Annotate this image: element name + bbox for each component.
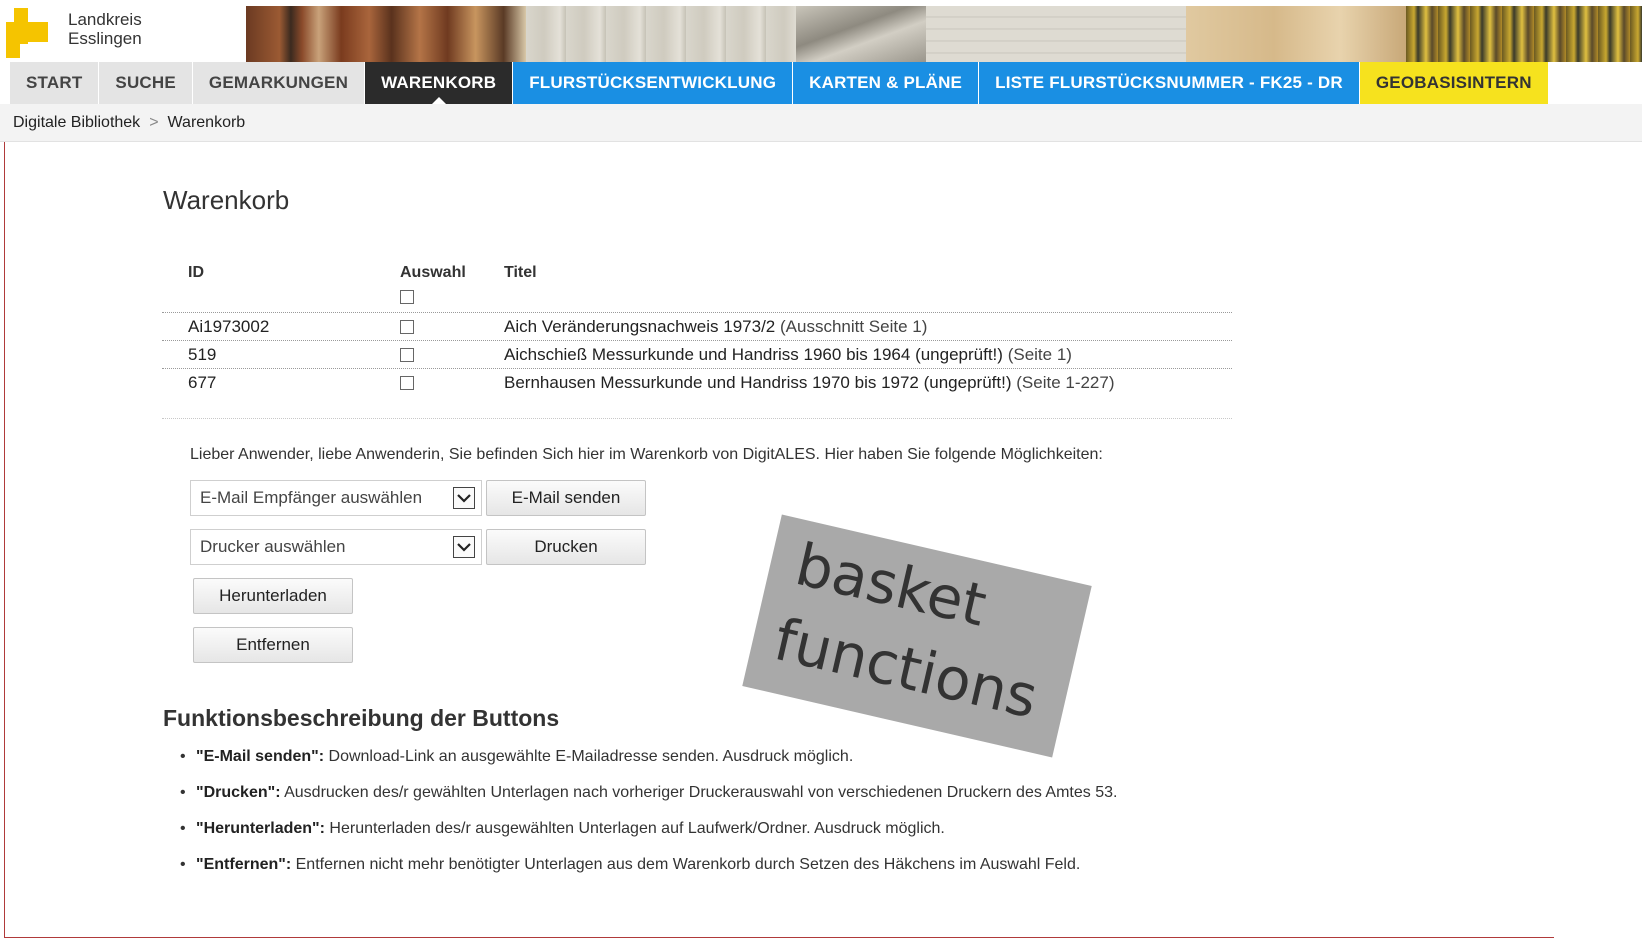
annotation-note: basket functions [742,514,1092,758]
description-text: Herunterladen des/r ausgewählten Unterla… [324,820,945,837]
description-term: "E-Mail senden": [196,748,325,765]
page-title: Warenkorb [163,185,290,215]
breadcrumb-warenkorb: Warenkorb [167,114,246,131]
annotation-line2: functions [768,605,1044,732]
cart-divider [162,418,1232,419]
nav-karten-plaene[interactable]: KARTEN & PLÄNE [793,62,980,104]
row-id: 677 [188,373,217,392]
remove-button[interactable]: Entfernen [193,627,353,663]
description-term: "Herunterladen": [196,820,325,837]
print-button[interactable]: Drucken [486,529,646,565]
chevron-down-icon[interactable] [453,536,475,558]
header-banner-image [246,6,1642,62]
table-row: 519 Aichschieß Messurkunde und Handriss … [162,341,1232,369]
download-button[interactable]: Herunterladen [193,578,353,614]
email-recipient-select[interactable]: E-Mail Empfänger auswählen [190,480,482,516]
nav-liste-flurstuecksnummer[interactable]: LISTE FLURSTÜCKSNUMMER - FK25 - DR [979,62,1360,104]
email-recipient-value: E-Mail Empfänger auswählen [200,488,423,507]
row-pages: (Seite 1) [1007,345,1072,364]
bullet-icon: • [180,784,186,801]
list-item: • "Herunterladen": Herunterladen des/r au… [180,820,1117,856]
nav-start[interactable]: START [10,62,100,104]
table-row: 677 Bernhausen Messurkunde und Handriss … [162,369,1232,396]
list-item: • "E-Mail senden": Download-Link an ausge… [180,748,1117,784]
logo-line2: Esslingen [68,29,142,48]
row-title: Bernhausen Messurkunde und Handriss 1970… [504,373,1012,392]
select-all-checkbox[interactable] [400,290,414,304]
email-send-button[interactable]: E-Mail senden [486,480,646,516]
breadcrumb-separator: > [149,114,159,131]
breadcrumb-bar: Digitale Bibliothek > Warenkorb [0,104,1642,142]
button-description-title: Funktionsbeschreibung der Buttons [163,705,560,731]
chevron-down-icon[interactable] [453,487,475,509]
description-text: Download-Link an ausgewählte E-Mailadres… [324,748,854,765]
row-checkbox[interactable] [400,376,414,390]
table-row: Ai1973002 Aich Veränderungsnachweis 1973… [162,313,1232,341]
row-checkbox[interactable] [400,348,414,362]
cart-table: ID Auswahl Titel Ai1973002 Aich Veränder… [162,258,1232,396]
main-nav: START SUCHE GEMARKUNGEN WARENKORB FLURST… [10,62,1549,104]
site-header: Landkreis Esslingen [0,0,1642,62]
landkreis-logo-icon[interactable] [6,8,50,58]
nav-suche[interactable]: SUCHE [99,62,193,104]
list-item: • "Entfernen": Entfernen nicht mehr benöt… [180,856,1117,892]
nav-gemarkungen[interactable]: GEMARKUNGEN [192,62,366,104]
printer-select[interactable]: Drucker auswählen [190,529,482,565]
column-header-auswahl: Auswahl [400,264,466,281]
row-title: Aichschieß Messurkunde und Handriss 1960… [504,345,1003,364]
row-title-cell: Aich Veränderungsnachweis 1973/2 (Aussch… [504,317,927,337]
breadcrumb: Digitale Bibliothek > Warenkorb [13,114,245,132]
row-title-cell: Aichschieß Messurkunde und Handriss 1960… [504,345,1072,365]
column-header-titel: Titel [504,264,537,281]
frame-bottom-line [4,937,1554,938]
bullet-icon: • [180,748,186,765]
list-item: • "Drucken": Ausdrucken des/r gewählten U… [180,784,1117,820]
button-description-list: • "E-Mail senden": Download-Link an ausge… [180,748,1117,892]
row-id: 519 [188,345,217,364]
row-title: Aich Veränderungsnachweis 1973/2 [504,317,776,336]
frame-left-line [4,104,5,938]
active-caret-icon [431,97,446,104]
row-checkbox[interactable] [400,320,414,334]
nav-flurstuecksentwicklung[interactable]: FLURSTÜCKSENTWICKLUNG [513,62,794,104]
row-pages: (Seite 1-227) [1016,373,1115,392]
nav-warenkorb[interactable]: WARENKORB [365,62,514,104]
cart-intro-text: Lieber Anwender, liebe Anwenderin, Sie b… [190,446,1103,463]
breadcrumb-digitale-bibliothek[interactable]: Digitale Bibliothek [13,114,140,131]
cart-table-header: ID Auswahl Titel [162,258,1232,313]
description-text: Ausdrucken des/r gewählten Unterlagen na… [280,784,1118,801]
row-id: Ai1973002 [188,317,270,336]
description-term: "Entfernen": [196,856,292,873]
description-text: Entfernen nicht mehr benötigter Unterlag… [291,856,1081,873]
row-pages: (Ausschnitt Seite 1) [779,317,928,336]
nav-warenkorb-label: WARENKORB [381,73,497,92]
nav-geobasisintern[interactable]: GEOBASISINTERN [1359,62,1549,104]
row-title-cell: Bernhausen Messurkunde und Handriss 1970… [504,373,1115,393]
description-term: "Drucken": [196,784,281,801]
logo-line1: Landkreis [68,10,142,29]
bullet-icon: • [180,856,186,873]
column-header-id: ID [188,264,204,281]
logo-text: Landkreis Esslingen [68,10,142,48]
bullet-icon: • [180,820,186,837]
printer-value: Drucker auswählen [200,537,346,556]
